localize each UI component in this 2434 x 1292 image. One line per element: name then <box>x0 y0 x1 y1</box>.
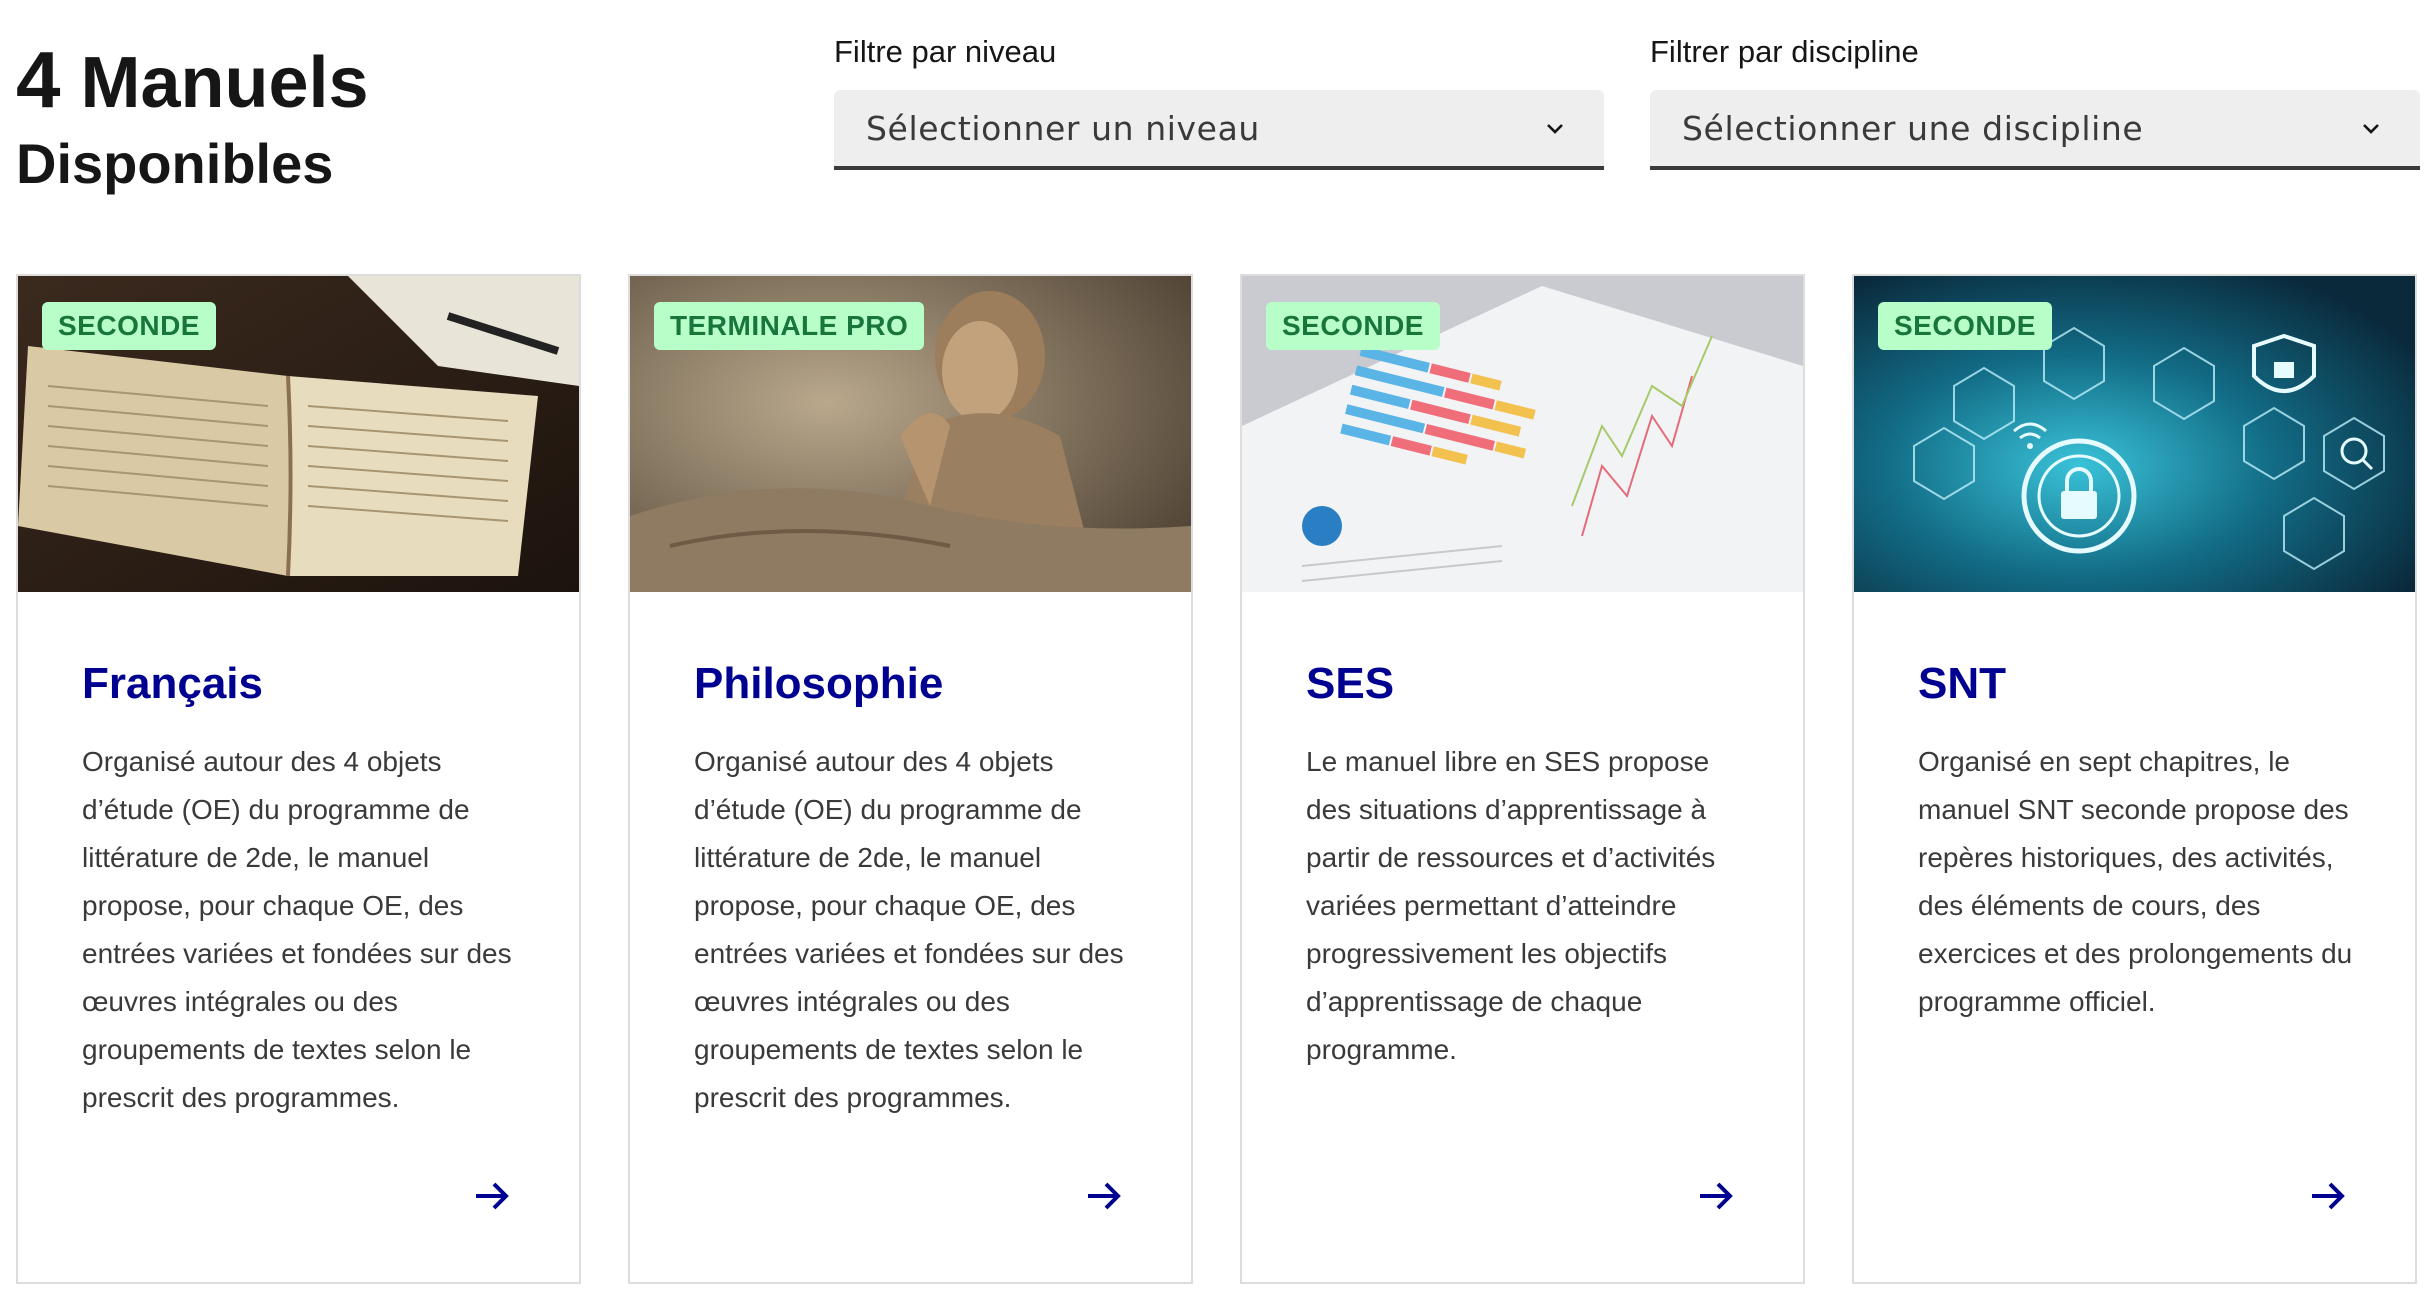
level-select-value: Sélectionner un niveau <box>866 108 1260 148</box>
level-filter: Filtre par niveau Sélectionner un niveau <box>834 30 1604 170</box>
level-badge: TERMINALE PRO <box>654 302 925 350</box>
level-badge: SECONDE <box>1878 302 2052 350</box>
arrow-right-icon[interactable] <box>1696 1176 1736 1216</box>
card-title[interactable]: SNT <box>1918 656 2006 712</box>
level-badge: SECONDE <box>1266 302 1440 350</box>
discipline-filter-label: Filtrer par discipline <box>1650 34 1919 69</box>
arrow-right-icon[interactable] <box>472 1176 512 1216</box>
heading-line-1: 4 Manuels <box>16 36 369 127</box>
manuals-count: 4 <box>16 35 61 124</box>
card-description: Le manuel libre en SES propose des situa… <box>1306 746 1716 1065</box>
card-description: Organisé en sept chapitres, le manuel SN… <box>1918 746 2353 1017</box>
level-select[interactable]: Sélectionner un niveau <box>834 90 1604 170</box>
card-description: Organisé autour des 4 objets d’étude (OE… <box>694 746 1124 1113</box>
card-title[interactable]: SES <box>1306 656 1394 712</box>
card-title[interactable]: Français <box>82 656 263 712</box>
discipline-select[interactable]: Sélectionner une discipline <box>1650 90 2420 170</box>
discipline-filter: Filtrer par discipline Sélectionner une … <box>1650 30 2420 170</box>
arrow-right-icon[interactable] <box>1084 1176 1124 1216</box>
manual-card-ses[interactable]: SECONDE SES Le manuel libre en SES propo… <box>1240 274 1805 1284</box>
level-badge: SECONDE <box>42 302 216 350</box>
discipline-select-value: Sélectionner une discipline <box>1682 108 2144 148</box>
heading-title-word: Manuels <box>80 43 369 123</box>
arrow-right-icon[interactable] <box>2308 1176 2348 1216</box>
page-heading: 4 Manuels Disponibles <box>16 36 369 199</box>
manual-card-philosophie[interactable]: TERMINALE PRO Philosophie Organisé autou… <box>628 274 1193 1284</box>
manual-card-francais[interactable]: SECONDE Français Organisé autour des 4 o… <box>16 274 581 1284</box>
manual-card-snt[interactable]: SECONDE SNT Organisé en sept chapitres, … <box>1852 274 2417 1284</box>
level-filter-label: Filtre par niveau <box>834 34 1057 69</box>
card-description: Organisé autour des 4 objets d’étude (OE… <box>82 746 512 1113</box>
card-title[interactable]: Philosophie <box>694 656 943 712</box>
chevron-down-icon <box>1547 124 1563 134</box>
chevron-down-icon <box>2363 124 2379 134</box>
heading-subtitle: Disponibles <box>16 132 334 195</box>
